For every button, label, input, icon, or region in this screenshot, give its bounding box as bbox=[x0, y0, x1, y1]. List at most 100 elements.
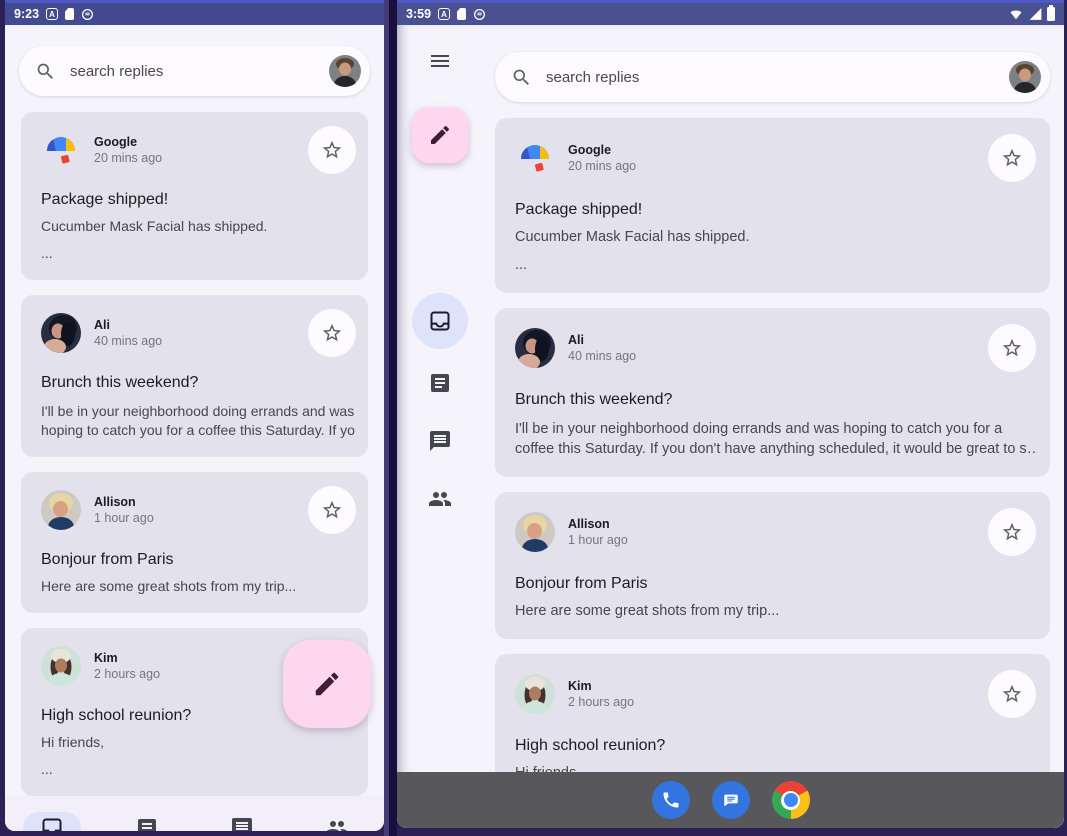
phone-app-body: search replies Google 20 mins ago bbox=[5, 25, 384, 831]
sender-name: Ali bbox=[568, 334, 636, 347]
nav-item-articles[interactable] bbox=[100, 796, 195, 831]
phone-status-bar: 9:23 A bbox=[5, 0, 384, 25]
sender-name: Kim bbox=[94, 652, 160, 665]
split-screen-divider[interactable] bbox=[384, 0, 397, 836]
articles-icon bbox=[135, 816, 159, 832]
star-icon bbox=[1001, 521, 1023, 543]
phone-app-icon[interactable] bbox=[652, 781, 690, 819]
email-subject: Brunch this weekend? bbox=[41, 374, 356, 392]
email-card-ali[interactable]: Ali 40 mins ago Brunch this weekend? I'l… bbox=[495, 308, 1050, 477]
star-icon bbox=[321, 322, 343, 344]
signal-icon bbox=[1028, 7, 1043, 21]
sender-name: Kim bbox=[568, 680, 634, 693]
rail-item-chat[interactable] bbox=[416, 417, 464, 465]
kim-avatar bbox=[41, 646, 81, 686]
nav-item-people[interactable] bbox=[289, 796, 384, 831]
search-placeholder: search replies bbox=[70, 63, 315, 80]
email-preview: Here are some great shots from my trip..… bbox=[515, 601, 1036, 621]
email-time: 40 mins ago bbox=[94, 335, 162, 348]
email-list: Google 20 mins ago Package shipped! Cucu… bbox=[495, 118, 1050, 828]
sender-name: Ali bbox=[94, 319, 162, 332]
star-button[interactable] bbox=[308, 486, 356, 534]
status-time: 3:59 bbox=[406, 7, 431, 21]
chat-icon bbox=[230, 816, 254, 832]
email-preview: I'll be in your neighborhood doing erran… bbox=[41, 402, 356, 440]
star-button[interactable] bbox=[988, 324, 1036, 372]
email-preview: I'll be in your neighborhood doing erran… bbox=[515, 419, 1036, 459]
preview-line: ... bbox=[41, 760, 356, 779]
allison-avatar bbox=[515, 512, 555, 552]
nav-item-chat[interactable] bbox=[195, 796, 290, 831]
sender-name: Google bbox=[94, 136, 162, 149]
status-a-badge-icon: A bbox=[438, 8, 450, 20]
call-icon bbox=[661, 790, 681, 810]
status-a-badge-icon: A bbox=[46, 8, 58, 20]
rail-item-people[interactable] bbox=[416, 475, 464, 523]
email-subject: Package shipped! bbox=[515, 201, 1036, 219]
nav-item-inbox[interactable] bbox=[5, 796, 100, 831]
message-bubble-icon bbox=[721, 790, 741, 810]
messages-app-icon[interactable] bbox=[712, 781, 750, 819]
compose-fab[interactable] bbox=[283, 640, 371, 728]
tablet-window: 3:59 A bbox=[397, 0, 1064, 828]
tablet-status-bar: 3:59 A bbox=[397, 0, 1064, 25]
email-card-allison[interactable]: Allison 1 hour ago Bonjour from Paris He… bbox=[21, 472, 368, 613]
sender-name: Google bbox=[568, 144, 636, 157]
edit-pencil-icon bbox=[428, 123, 452, 147]
preview-line: Cucumber Mask Facial has shipped. bbox=[515, 227, 1036, 247]
navigation-rail bbox=[397, 25, 483, 828]
chrome-logo-icon bbox=[772, 781, 810, 819]
preview-line: I'll be in your neighborhood doing erran… bbox=[41, 402, 356, 421]
search-bar[interactable]: search replies bbox=[19, 46, 370, 96]
email-card-google[interactable]: Google 20 mins ago Package shipped! Cucu… bbox=[21, 112, 368, 280]
people-icon bbox=[325, 816, 349, 832]
email-card-allison[interactable]: Allison 1 hour ago Bonjour from Paris He… bbox=[495, 492, 1050, 639]
email-card-ali[interactable]: Ali 40 mins ago Brunch this weekend? I'l… bbox=[21, 295, 368, 457]
email-time: 1 hour ago bbox=[94, 512, 154, 525]
star-button[interactable] bbox=[308, 126, 356, 174]
email-time: 20 mins ago bbox=[94, 152, 162, 165]
profile-avatar[interactable] bbox=[329, 55, 361, 87]
ali-avatar bbox=[41, 313, 81, 353]
star-button[interactable] bbox=[988, 134, 1036, 182]
profile-avatar[interactable] bbox=[1009, 61, 1041, 93]
star-icon bbox=[1001, 147, 1023, 169]
menu-button[interactable] bbox=[416, 37, 464, 85]
email-subject: Brunch this weekend? bbox=[515, 391, 1036, 409]
tablet-main-pane: search replies Google 20 mins ago bbox=[483, 25, 1064, 828]
rail-item-articles[interactable] bbox=[416, 359, 464, 407]
email-preview: Here are some great shots from my trip..… bbox=[41, 577, 356, 596]
sender-name: Allison bbox=[94, 496, 154, 509]
inbox-icon bbox=[428, 309, 452, 333]
preview-line: ... bbox=[515, 255, 1036, 275]
sim-card-icon bbox=[457, 8, 466, 20]
email-time: 20 mins ago bbox=[568, 160, 636, 173]
star-button[interactable] bbox=[988, 670, 1036, 718]
search-bar[interactable]: search replies bbox=[495, 52, 1050, 102]
articles-icon bbox=[428, 371, 452, 395]
people-icon bbox=[428, 487, 452, 511]
google-umbrella-avatar bbox=[41, 130, 81, 170]
data-saver-icon bbox=[81, 8, 94, 21]
preview-line: Cucumber Mask Facial has shipped. bbox=[41, 217, 356, 236]
search-icon bbox=[35, 61, 56, 82]
search-icon bbox=[511, 67, 532, 88]
email-card-google[interactable]: Google 20 mins ago Package shipped! Cucu… bbox=[495, 118, 1050, 293]
android-split-screen: 9:23 A search replies bbox=[0, 0, 1067, 836]
sim-card-icon bbox=[65, 8, 74, 20]
kim-avatar bbox=[515, 674, 555, 714]
ali-avatar bbox=[515, 328, 555, 368]
email-time: 40 mins ago bbox=[568, 350, 636, 363]
search-placeholder: search replies bbox=[546, 69, 995, 86]
rail-item-inbox[interactable] bbox=[412, 293, 468, 349]
wifi-icon bbox=[1008, 7, 1024, 21]
star-button[interactable] bbox=[988, 508, 1036, 556]
email-time: 2 hours ago bbox=[94, 668, 160, 681]
email-subject: Bonjour from Paris bbox=[515, 575, 1036, 593]
star-icon bbox=[1001, 683, 1023, 705]
email-time: 1 hour ago bbox=[568, 534, 628, 547]
compose-fab[interactable] bbox=[412, 107, 468, 163]
chrome-app-icon[interactable] bbox=[772, 781, 810, 819]
star-button[interactable] bbox=[308, 309, 356, 357]
email-subject: Package shipped! bbox=[41, 191, 356, 209]
